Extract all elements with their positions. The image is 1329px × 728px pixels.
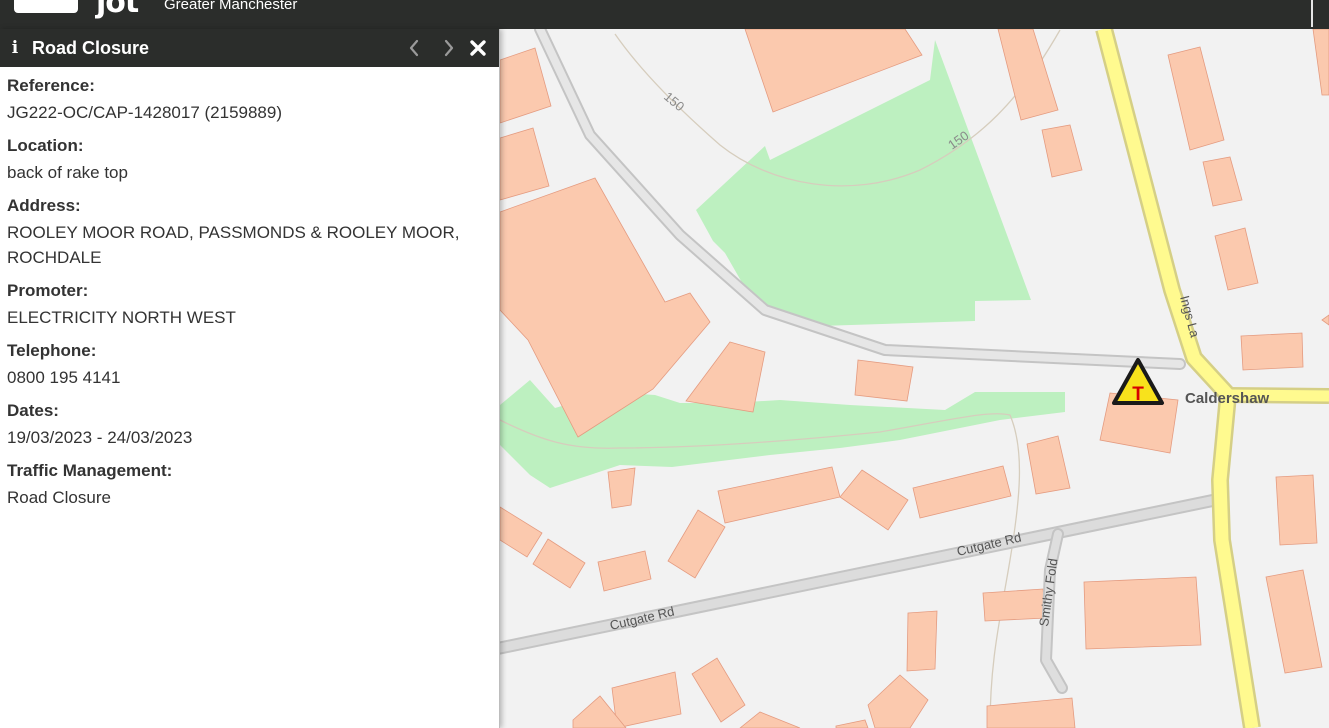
close-icon [470,40,486,56]
field-value: 19/03/2023 - 24/03/2023 [7,428,193,447]
top-bar: jot Greater Manchester [0,0,1329,29]
field-label: Promoter: [7,281,89,300]
field-value: JG222-OC/CAP-1428017 (2159889) [7,103,282,122]
chevron-left-icon [409,39,419,57]
building [1083,576,1202,650]
field-promoter: Promoter: ELECTRICITY NORTH WEST [7,280,492,330]
building [906,610,938,672]
field-value: Road Closure [7,488,111,507]
field-value: back of rake top [7,163,128,182]
chevron-right-icon [444,39,454,57]
field-value: ROOLEY MOOR ROAD, PASSMONDS & ROOLEY MOO… [7,223,460,267]
info-icon: i [11,38,19,58]
field-label: Traffic Management: [7,461,173,480]
field-address: Address: ROOLEY MOOR ROAD, PASSMONDS & R… [7,195,492,270]
field-telephone: Telephone: 0800 195 4141 [7,340,492,390]
building [854,359,914,402]
marker-letter: T [1132,384,1144,405]
logo: jot [96,0,139,20]
field-label: Dates: [7,401,59,420]
road-closure-panel: i Road Closure Reference: JG222-OC/CAP-1… [0,29,500,728]
panel-body: Reference: JG222-OC/CAP-1428017 (2159889… [0,67,499,528]
menu-button[interactable] [14,0,78,13]
field-value: ELECTRICITY NORTH WEST [7,308,236,327]
panel-header: i Road Closure [0,29,499,67]
prev-button[interactable] [403,37,425,59]
next-button[interactable] [438,37,460,59]
field-dates: Dates: 19/03/2023 - 24/03/2023 [7,400,492,450]
field-label: Reference: [7,76,95,95]
field-reference: Reference: JG222-OC/CAP-1428017 (2159889… [7,75,492,125]
logo-text: Greater Manchester [164,0,298,13]
field-label: Telephone: [7,341,97,360]
field-traffic-management: Traffic Management: Road Closure [7,460,492,510]
field-label: Location: [7,136,84,155]
topbar-divider [1311,0,1313,27]
building [1240,332,1304,371]
close-button[interactable] [467,37,489,59]
panel-title: Road Closure [32,38,150,58]
building [1275,474,1318,546]
field-label: Address: [7,196,81,215]
field-value: 0800 195 4141 [7,368,121,387]
place-label-caldershaw: Caldershaw [1185,390,1270,407]
map[interactable]: 150 150 Ings La Cutgate Rd Cutgate Rd Sm… [500,29,1329,728]
field-location: Location: back of rake top [7,135,492,185]
building [607,467,636,509]
